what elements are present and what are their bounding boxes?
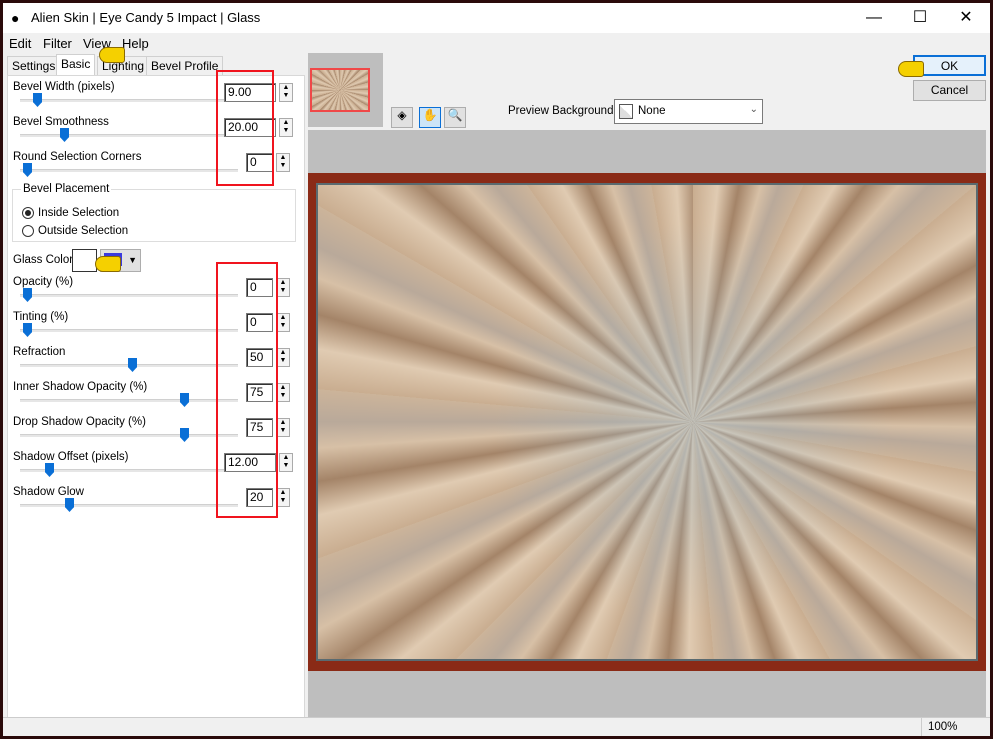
round-corners-spinner[interactable]: ▲ ▼ bbox=[276, 153, 290, 172]
menu-filter[interactable]: Filter bbox=[43, 36, 72, 51]
maximize-button[interactable]: ☐ bbox=[897, 3, 943, 33]
inner-shadow-opacity-slider[interactable] bbox=[20, 399, 238, 402]
glass-color-label: Glass Color bbox=[13, 254, 74, 266]
highlight-box bbox=[216, 262, 278, 518]
preview-compare-tool-icon[interactable]: ◈ bbox=[391, 107, 413, 128]
menu-edit[interactable]: Edit bbox=[9, 36, 31, 51]
pointer-hand-icon bbox=[99, 47, 125, 63]
zoom-tool-icon[interactable]: 🔍 bbox=[444, 107, 466, 128]
refraction-spinner[interactable]: ▲ ▼ bbox=[276, 348, 290, 367]
bevel-placement-group: Bevel Placement Inside Selection Outside… bbox=[12, 183, 296, 242]
pointer-hand-icon bbox=[95, 256, 121, 272]
minimize-button[interactable]: — bbox=[851, 3, 897, 33]
title-bar: ● Alien Skin | Eye Candy 5 Impact | Glas… bbox=[3, 3, 990, 33]
shadow-glow-spinner[interactable]: ▲ ▼ bbox=[276, 488, 290, 507]
shadow-glow-label: Shadow Glow bbox=[13, 486, 84, 498]
tinting-slider[interactable] bbox=[20, 329, 238, 332]
bevel-smoothness-slider[interactable] bbox=[20, 134, 238, 137]
bevel-smoothness-spinner[interactable]: ▲ ▼ bbox=[279, 118, 293, 137]
tab-settings[interactable]: Settings bbox=[7, 56, 61, 75]
preview-background-label: Preview Background: bbox=[508, 105, 617, 117]
outside-selection-label[interactable]: Outside Selection bbox=[38, 225, 128, 237]
bevel-placement-title: Bevel Placement bbox=[21, 183, 112, 195]
refraction-label: Refraction bbox=[13, 346, 66, 358]
window-title: Alien Skin | Eye Candy 5 Impact | Glass bbox=[31, 10, 261, 25]
preview-background-select[interactable]: None ⌄ bbox=[614, 99, 763, 124]
inner-shadow-opacity-label: Inner Shadow Opacity (%) bbox=[13, 381, 148, 393]
shadow-glow-slider[interactable] bbox=[20, 504, 238, 507]
inside-selection-radio[interactable] bbox=[22, 207, 34, 219]
zoom-level: 100% bbox=[928, 721, 958, 733]
preview-background-value: None bbox=[638, 105, 666, 117]
tab-basic[interactable]: Basic bbox=[56, 54, 96, 76]
drop-shadow-opacity-slider[interactable] bbox=[20, 434, 238, 437]
navigator-thumbnail[interactable] bbox=[308, 53, 383, 127]
hand-tool-icon[interactable]: ✋ bbox=[419, 107, 441, 128]
opacity-spinner[interactable]: ▲ ▼ bbox=[276, 278, 290, 297]
tab-bevel-profile[interactable]: Bevel Profile bbox=[146, 56, 224, 75]
glass-color-swatch[interactable] bbox=[72, 249, 97, 272]
tinting-spinner[interactable]: ▲ ▼ bbox=[276, 313, 290, 332]
close-button[interactable]: ✕ bbox=[943, 3, 989, 33]
round-corners-label: Round Selection Corners bbox=[13, 151, 142, 163]
bevel-smoothness-label: Bevel Smoothness bbox=[13, 116, 109, 128]
drop-shadow-opacity-spinner[interactable]: ▲ ▼ bbox=[276, 418, 290, 437]
round-corners-slider[interactable] bbox=[20, 169, 238, 172]
preview-image bbox=[308, 173, 986, 671]
inner-shadow-opacity-spinner[interactable]: ▲ ▼ bbox=[276, 383, 290, 402]
shadow-offset-spinner[interactable]: ▲ ▼ bbox=[279, 453, 293, 472]
menu-help[interactable]: Help bbox=[122, 36, 149, 51]
bevel-width-label: Bevel Width (pixels) bbox=[13, 81, 115, 93]
app-icon: ● bbox=[11, 10, 20, 26]
drop-shadow-opacity-label: Drop Shadow Opacity (%) bbox=[13, 416, 146, 428]
eye-candy-window: ● Alien Skin | Eye Candy 5 Impact | Glas… bbox=[3, 3, 990, 736]
bevel-width-spinner[interactable]: ▲ ▼ bbox=[279, 83, 293, 102]
tinting-label: Tinting (%) bbox=[13, 311, 69, 323]
opacity-label: Opacity (%) bbox=[13, 276, 74, 288]
shadow-offset-label: Shadow Offset (pixels) bbox=[13, 451, 129, 463]
highlight-box bbox=[216, 70, 274, 186]
status-bar: 100% bbox=[3, 717, 990, 736]
outside-selection-radio[interactable] bbox=[22, 225, 34, 237]
chevron-down-icon: ⌄ bbox=[749, 104, 758, 115]
bevel-width-slider[interactable] bbox=[20, 99, 238, 102]
cancel-button[interactable]: Cancel bbox=[913, 80, 986, 101]
opacity-slider[interactable] bbox=[20, 294, 238, 297]
checker-icon bbox=[619, 104, 633, 119]
inside-selection-label[interactable]: Inside Selection bbox=[38, 207, 119, 219]
pointer-hand-icon bbox=[898, 61, 924, 77]
preview-area[interactable] bbox=[308, 130, 986, 720]
